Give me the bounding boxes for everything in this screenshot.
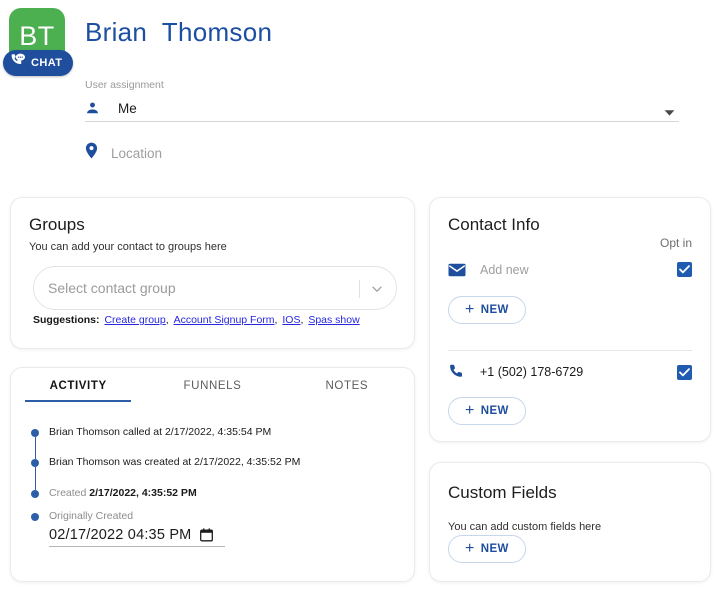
plus-icon: + (465, 301, 475, 318)
timeline-item-created: Created 2/17/2022, 4:35:52 PM (31, 487, 404, 510)
contact-group-select[interactable]: Select contact group (33, 266, 397, 310)
timeline-text: Brian Thomson called at 2/17/2022, 4:35:… (49, 426, 272, 438)
timeline-dot-icon (31, 429, 39, 437)
originally-created-value: 02/17/2022 04:35 PM (49, 527, 192, 543)
suggestion-link-spas-show[interactable]: Spas show (308, 314, 359, 326)
timeline-item: Brian Thomson called at 2/17/2022, 4:35:… (31, 426, 404, 459)
optin-column-label: Opt in (659, 236, 692, 250)
suggestion-link-account-signup-form[interactable]: Account Signup Form (174, 314, 275, 326)
created-row: Created 2/17/2022, 4:35:52 PM (49, 487, 404, 500)
person-icon (85, 101, 103, 116)
tab-notes[interactable]: NOTES (280, 380, 414, 402)
contact-info-divider (448, 350, 692, 351)
timeline-item-originally-created: Originally Created (31, 510, 404, 523)
user-assignment-value: Me (118, 101, 137, 116)
contact-detail-page: BT CHAT Brian Thomson User assignment Me… (0, 0, 720, 594)
suggestions-label: Suggestions: (33, 314, 100, 326)
groups-card: Groups You can add your contact to group… (10, 197, 415, 349)
add-phone-button[interactable]: + NEW (448, 397, 526, 425)
contact-info-card: Contact Info Opt in Add new + NEW +1 (50… (429, 197, 711, 442)
add-custom-field-button[interactable]: + NEW (448, 535, 526, 563)
chat-badge-button[interactable]: CHAT (3, 50, 74, 76)
phone-row[interactable]: +1 (502) 178-6729 (448, 364, 692, 380)
chat-badge-label: CHAT (31, 57, 63, 69)
email-optin-checkbox[interactable] (677, 262, 692, 277)
chat-phone-bubble-icon (10, 53, 26, 73)
activity-card: ACTIVITY FUNNELS NOTES Brian Thomson cal… (10, 367, 415, 582)
chevron-down-icon[interactable] (370, 282, 384, 301)
custom-fields-card: Custom Fields You can add custom fields … (429, 462, 711, 582)
user-assignment-select[interactable]: Me (85, 96, 679, 122)
custom-fields-title: Custom Fields (448, 483, 557, 502)
suggestion-link-create-group[interactable]: Create group (104, 314, 165, 326)
timeline-dot-icon (31, 490, 39, 498)
timeline-text: Brian Thomson was created at 2/17/2022, … (49, 456, 301, 468)
originally-created-label: Originally Created (49, 510, 134, 522)
custom-fields-subtitle: You can add custom fields here (448, 521, 602, 533)
location-pin-icon (85, 142, 98, 164)
add-email-button[interactable]: + NEW (448, 296, 526, 324)
suggestion-link-ios[interactable]: IOS (282, 314, 300, 326)
chevron-down-icon[interactable] (664, 104, 675, 122)
tab-activity[interactable]: ACTIVITY (11, 380, 145, 402)
phone-optin-checkbox[interactable] (677, 364, 692, 380)
add-custom-field-label: NEW (480, 543, 509, 555)
activity-tabs: ACTIVITY FUNNELS NOTES (11, 380, 414, 402)
page-title: Brian Thomson (85, 17, 273, 47)
timeline-item: Brian Thomson was created at 2/17/2022, … (31, 456, 404, 490)
created-value: 2/17/2022, 4:35:52 PM (89, 487, 197, 499)
contact-group-placeholder: Select contact group (48, 280, 176, 296)
select-divider (359, 280, 360, 298)
calendar-icon[interactable] (200, 528, 214, 542)
contact-info-title: Contact Info (448, 215, 540, 234)
phone-value: +1 (502) 178-6729 (480, 365, 584, 379)
add-email-label: NEW (480, 304, 509, 316)
add-phone-label: NEW (480, 405, 509, 417)
email-row[interactable]: Add new (448, 262, 692, 277)
suggestions-row: Suggestions: Create group, Account Signu… (33, 314, 360, 326)
groups-subtitle: You can add your contact to groups here (29, 241, 227, 253)
timeline-dot-icon (31, 513, 39, 521)
created-label: Created (49, 487, 87, 499)
plus-icon: + (465, 540, 475, 557)
tab-funnels[interactable]: FUNNELS (145, 380, 279, 402)
phone-icon (448, 364, 470, 380)
user-assignment-label: User assignment (85, 79, 164, 91)
plus-icon: + (465, 402, 475, 419)
email-placeholder: Add new (480, 262, 529, 277)
originally-created-date-input[interactable]: 02/17/2022 04:35 PM (49, 527, 225, 547)
user-assignment-field: User assignment Me (85, 78, 679, 122)
timeline-dot-icon (31, 459, 39, 467)
contact-header: BT CHAT Brian Thomson User assignment Me… (0, 0, 720, 178)
activity-timeline: Brian Thomson called at 2/17/2022, 4:35:… (31, 426, 404, 547)
groups-title: Groups (29, 215, 85, 234)
location-field[interactable]: Location (85, 142, 162, 164)
location-placeholder: Location (111, 145, 163, 161)
email-icon (448, 263, 470, 277)
